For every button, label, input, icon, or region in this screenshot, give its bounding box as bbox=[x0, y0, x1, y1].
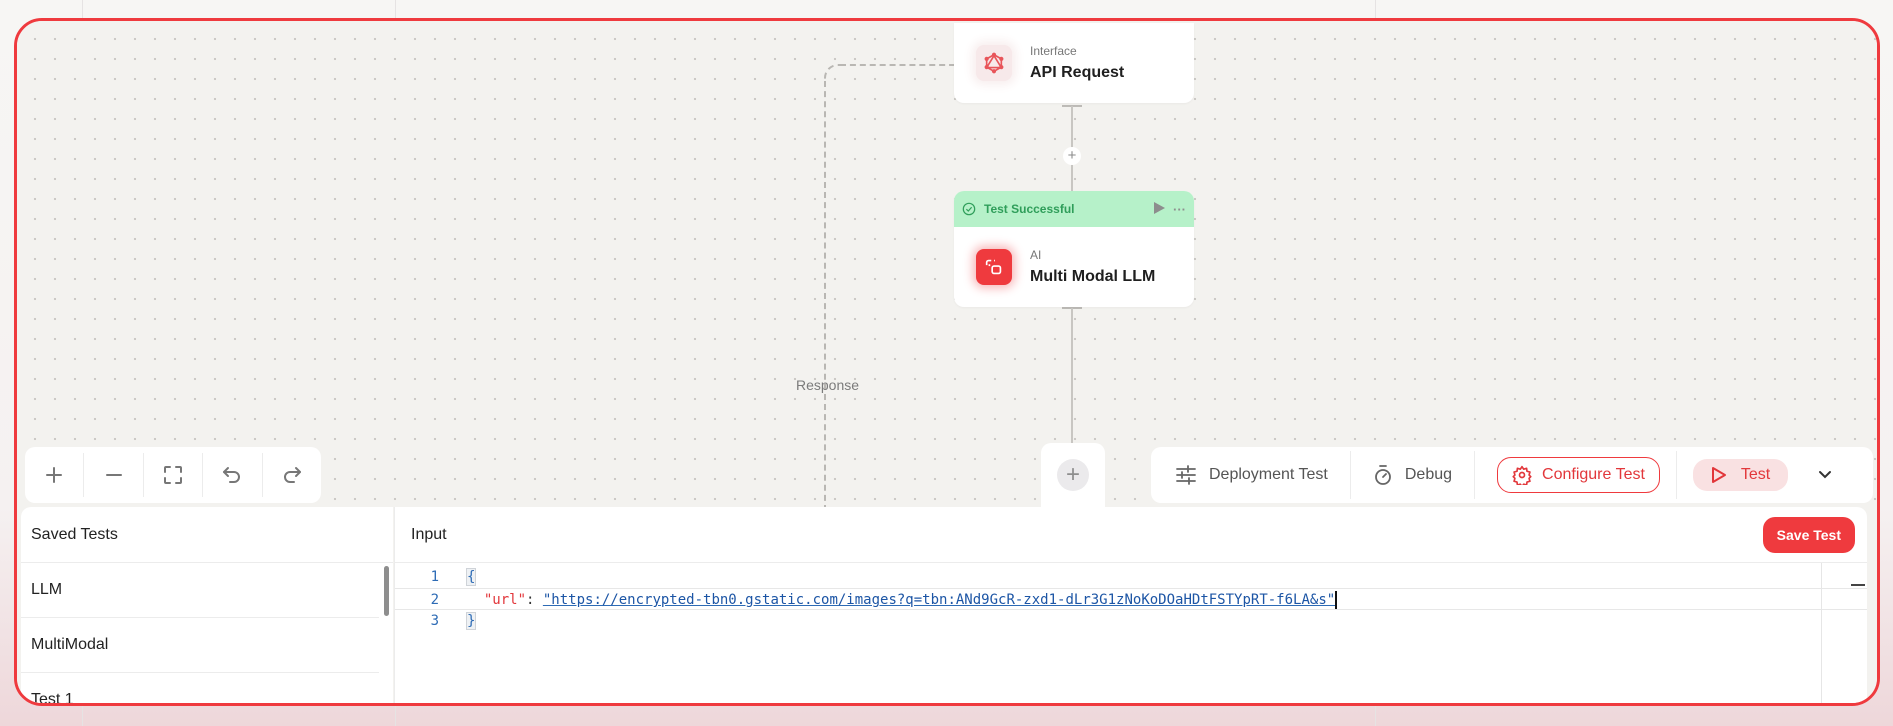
zoom-out-icon bbox=[105, 474, 122, 476]
saved-test-item[interactable]: MultiModal bbox=[21, 618, 379, 673]
saved-tests-title: Saved Tests bbox=[21, 507, 393, 563]
deployment-test-button[interactable]: Deployment Test bbox=[1175, 465, 1328, 485]
check-circle-icon bbox=[962, 202, 976, 216]
text-caret bbox=[1335, 591, 1338, 609]
zoom-in-icon bbox=[46, 467, 63, 483]
line-number: 2 bbox=[430, 592, 439, 608]
node-title: Multi Modal LLM bbox=[1030, 268, 1156, 285]
divider bbox=[1349, 451, 1351, 499]
add-node-button[interactable]: + bbox=[1057, 459, 1089, 491]
saved-test-item[interactable]: LLM bbox=[21, 563, 379, 618]
divider bbox=[1474, 451, 1476, 499]
node-category: Interface bbox=[1030, 44, 1077, 58]
saved-tests-pane: Saved Tests LLM MultiModal Test 1 bbox=[21, 507, 393, 703]
json-url-value[interactable]: "https://encrypted-tbn0.gstatic.com/imag… bbox=[543, 592, 1335, 608]
test-panel: Saved Tests LLM MultiModal Test 1 Input … bbox=[17, 507, 1877, 703]
cursor-marker bbox=[1851, 584, 1865, 586]
sliders-icon bbox=[1176, 465, 1196, 485]
fit-view-button[interactable] bbox=[144, 453, 204, 497]
zoom-in-button[interactable] bbox=[25, 453, 85, 497]
json-separator: : bbox=[526, 592, 543, 608]
chevron-down-icon bbox=[1819, 471, 1832, 479]
debug-label: Debug bbox=[1404, 466, 1453, 483]
save-test-button[interactable]: Save Test bbox=[1762, 516, 1855, 553]
json-key: "url" bbox=[483, 592, 527, 608]
more-icon[interactable]: ··· bbox=[1173, 202, 1186, 217]
configure-test-label: Configure Test bbox=[1542, 466, 1645, 483]
input-header: Input Save Test bbox=[395, 507, 1867, 563]
node-api-request[interactable]: Interface API Request bbox=[954, 23, 1194, 103]
deployment-test-label: Deployment Test bbox=[1209, 466, 1328, 483]
input-pane: Input Save Test 1 { 2 "url": "https://en… bbox=[394, 507, 1867, 703]
multimodal-llm-icon bbox=[976, 249, 1012, 285]
divider bbox=[1675, 451, 1677, 499]
json-editor[interactable]: 1 { 2 "url": "https://encrypted-tbn0.gst… bbox=[395, 563, 1867, 703]
response-edge bbox=[840, 64, 965, 66]
response-edge bbox=[824, 81, 826, 511]
test-status-label: Test Successful bbox=[984, 202, 1075, 216]
debug-button[interactable]: Debug bbox=[1373, 464, 1452, 486]
line-number: 1 bbox=[430, 569, 439, 585]
workflow-editor: Response + Interface API Request Test Su… bbox=[14, 18, 1880, 706]
test-toolbar: Deployment Test Debug Configure Test Tes… bbox=[1151, 447, 1873, 503]
response-edge-corner bbox=[824, 64, 842, 82]
fit-view-icon bbox=[164, 466, 183, 484]
test-label: Test bbox=[1740, 466, 1771, 483]
node-multi-modal-llm[interactable]: Test Successful ··· AI Multi Modal LLM bbox=[954, 191, 1194, 307]
redo-button[interactable] bbox=[263, 453, 321, 497]
gear-icon bbox=[1512, 465, 1532, 485]
stopwatch-icon bbox=[1374, 465, 1391, 485]
undo-button[interactable] bbox=[203, 453, 263, 497]
add-node-tile: + bbox=[1041, 443, 1105, 507]
saved-tests-list: LLM MultiModal Test 1 bbox=[21, 563, 393, 703]
edge-add-button[interactable]: + bbox=[1063, 147, 1081, 165]
code-line: 2 "url": "https://encrypted-tbn0.gstatic… bbox=[395, 588, 1867, 610]
node-title: API Request bbox=[1030, 64, 1125, 81]
code-line: 1 { bbox=[395, 566, 1867, 588]
saved-test-item[interactable]: Test 1 bbox=[21, 673, 379, 703]
play-icon[interactable] bbox=[1153, 201, 1165, 217]
line-number: 3 bbox=[430, 613, 439, 629]
zoom-toolbar bbox=[25, 447, 321, 503]
code-text: } bbox=[465, 612, 477, 630]
scrollbar[interactable] bbox=[384, 566, 389, 616]
test-options-dropdown[interactable] bbox=[1818, 470, 1832, 480]
input-title: Input bbox=[411, 525, 447, 543]
graphql-icon bbox=[976, 45, 1012, 81]
edge-connector bbox=[1071, 308, 1073, 443]
code-text: { bbox=[465, 568, 477, 586]
test-button[interactable]: Test bbox=[1692, 459, 1789, 491]
code-line: 3 } bbox=[395, 610, 1867, 632]
configure-test-button[interactable]: Configure Test bbox=[1497, 457, 1660, 493]
node-category: AI bbox=[1030, 248, 1042, 262]
response-edge-label: Response bbox=[796, 377, 860, 393]
redo-icon bbox=[283, 467, 301, 483]
play-icon bbox=[1711, 467, 1726, 483]
editor-scrollbar[interactable] bbox=[1821, 563, 1867, 703]
test-status-banner: Test Successful ··· bbox=[954, 191, 1194, 227]
undo-icon bbox=[223, 467, 241, 483]
zoom-out-button[interactable] bbox=[84, 453, 144, 497]
flow-canvas[interactable]: Response + Interface API Request Test Su… bbox=[17, 21, 1877, 511]
